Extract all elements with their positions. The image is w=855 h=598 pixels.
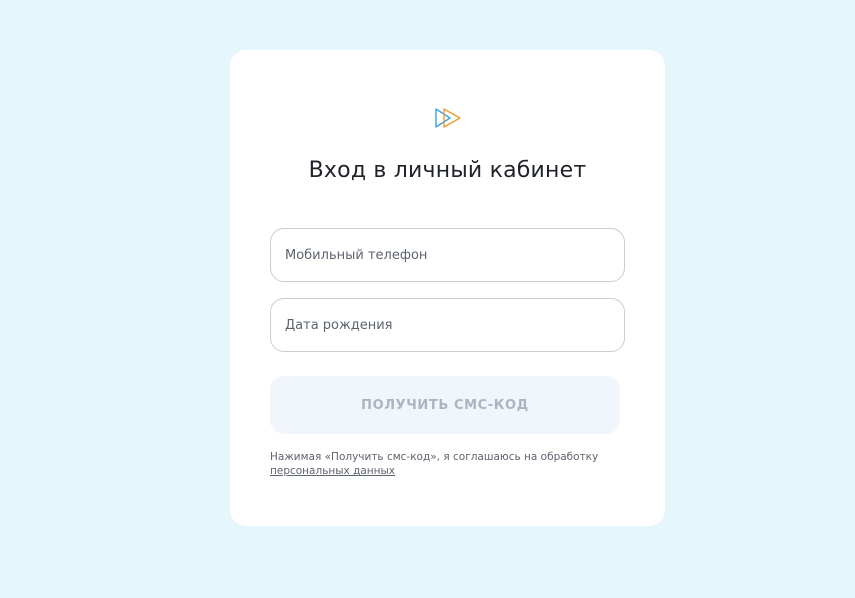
birthdate-input[interactable]: [271, 299, 624, 351]
personal-data-link[interactable]: персональных данных: [270, 464, 630, 478]
phone-input[interactable]: [271, 229, 624, 281]
login-page: Вход в личный кабинет ПОЛУЧИТЬ СМС-КОД Н…: [0, 0, 855, 598]
phone-field[interactable]: [270, 228, 625, 282]
login-card: Вход в личный кабинет ПОЛУЧИТЬ СМС-КОД Н…: [230, 50, 665, 526]
consent-text: Нажимая «Получить смс-код», я соглашаюсь…: [270, 451, 599, 463]
double-play-icon: [435, 108, 461, 128]
get-sms-code-button[interactable]: ПОЛУЧИТЬ СМС-КОД: [270, 376, 620, 434]
birthdate-field[interactable]: [270, 298, 625, 352]
consent-notice: Нажимая «Получить смс-код», я соглашаюсь…: [270, 450, 630, 478]
page-title: Вход в личный кабинет: [308, 158, 587, 183]
